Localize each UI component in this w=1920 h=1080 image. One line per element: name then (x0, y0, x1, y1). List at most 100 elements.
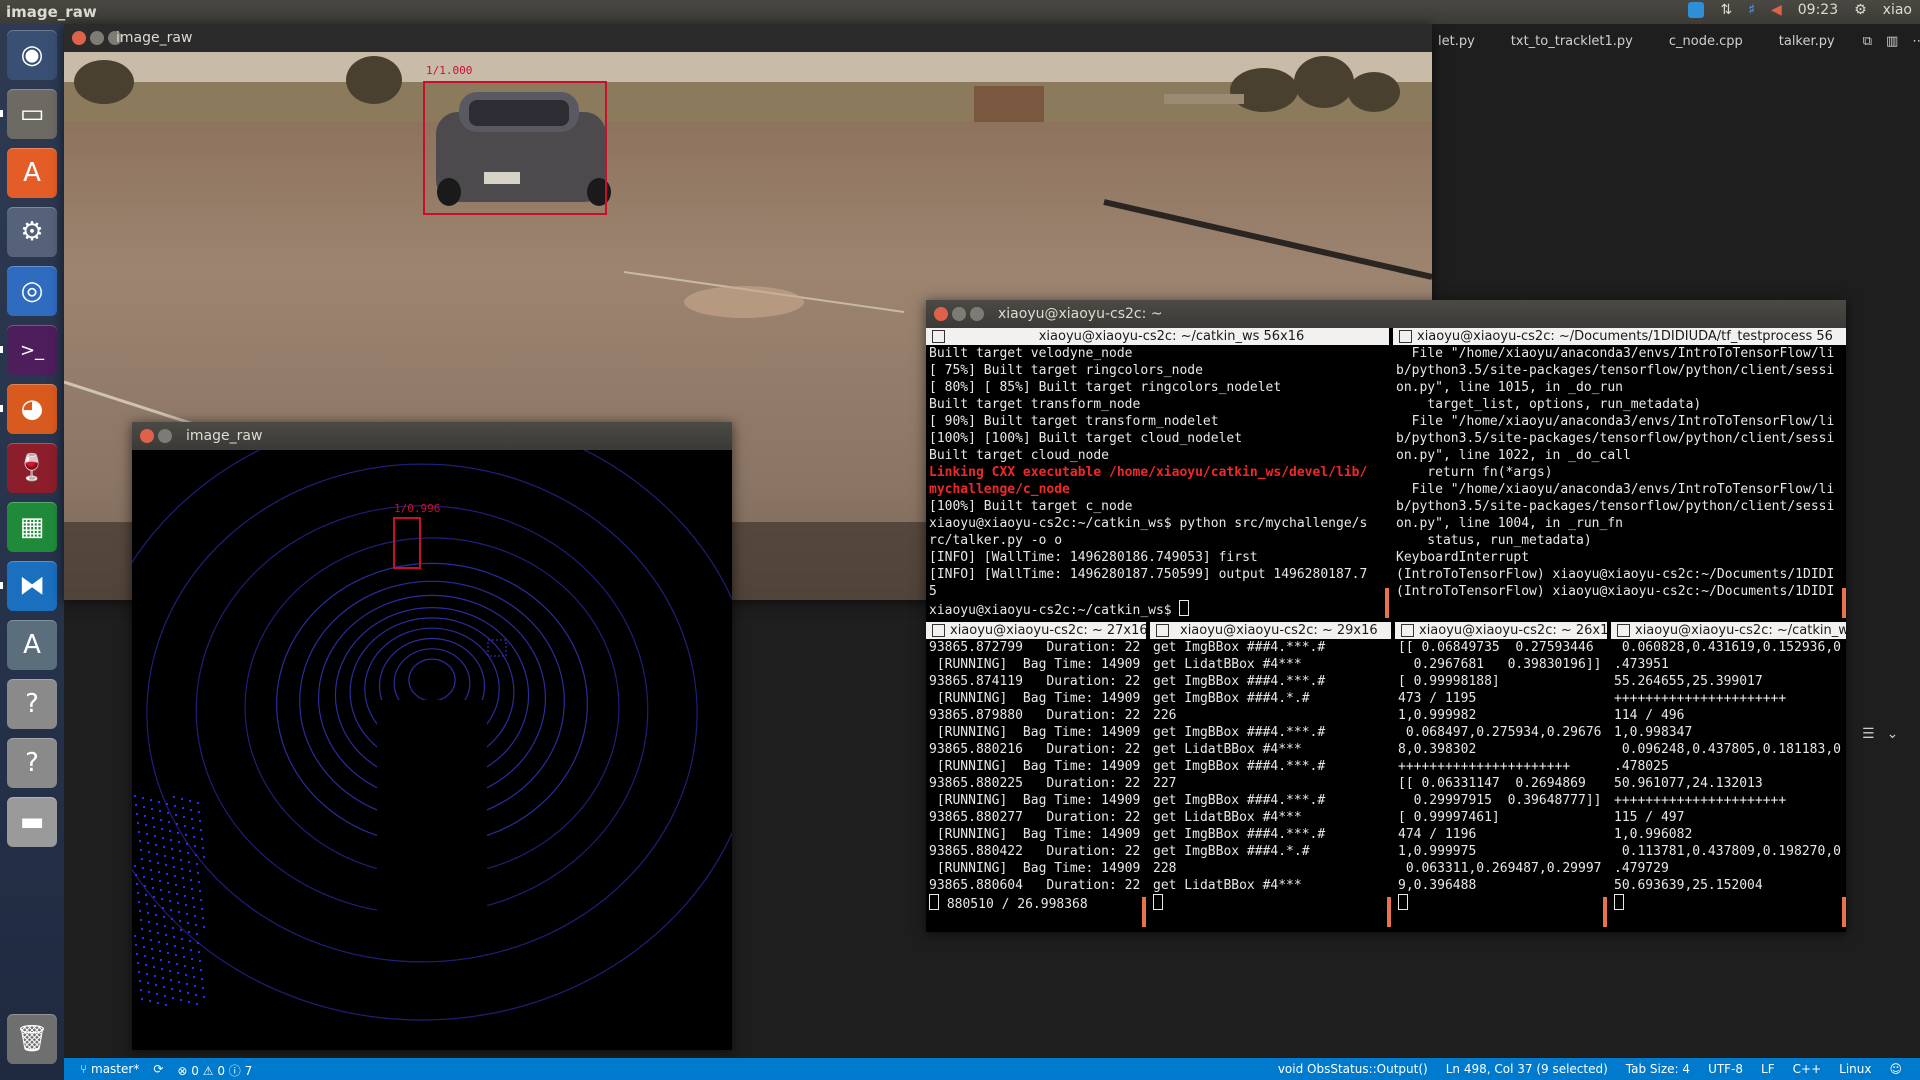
current-function[interactable]: void ObsStatus::Output() (1278, 1062, 1428, 1076)
volume-muted-icon[interactable]: ◀ (1771, 2, 1782, 18)
window-titlebar[interactable]: image_raw (64, 24, 1432, 52)
launcher-chromium-icon[interactable]: ◎ (7, 266, 57, 316)
system-tray: ⇅ ♯ ◀ 09:23 ⚙ xiao (1688, 2, 1912, 18)
panel-menu-icon[interactable]: ☰ (1862, 726, 1875, 742)
editor-tab[interactable]: c_node.cpp (1651, 28, 1761, 58)
launcher-system-settings-icon[interactable]: ⚙ (7, 207, 57, 257)
terminal-pane-tensorflow[interactable]: xiaoyu@xiaoyu-cs2c: ~/Documents/1DIDIUDA… (1393, 328, 1846, 618)
launcher-software-center-icon[interactable]: A (7, 148, 57, 198)
settings-icon[interactable]: ⚙ (1854, 2, 1867, 18)
lidar-point (199, 890, 201, 892)
lidar-point (150, 939, 152, 941)
launcher-software-updater-icon[interactable]: A (7, 620, 57, 670)
editor-tab-bar: let.py txt_to_tracklet1.py c_node.cpp ta… (1420, 28, 1920, 58)
pane-header[interactable]: xiaoyu@xiaoyu-cs2c: ~ 27x16 (926, 622, 1146, 639)
minimize-button[interactable] (952, 307, 966, 321)
terminal-pane-bbox[interactable]: xiaoyu@xiaoyu-cs2c: ~ 29x16 get ImgBBox … (1150, 622, 1391, 932)
platform[interactable]: Linux (1839, 1062, 1871, 1076)
pane-header[interactable]: xiaoyu@xiaoyu-cs2c: ~/catkin_ws (1611, 622, 1846, 639)
lidar-point (139, 980, 141, 982)
launcher-wine-icon[interactable]: 🍷 (7, 443, 57, 493)
keyboard-icon[interactable]: ♯ (1748, 2, 1755, 18)
minimize-button[interactable] (90, 31, 104, 45)
scrollbar[interactable] (1603, 897, 1607, 927)
lidar-point (151, 808, 153, 810)
pane-header[interactable]: xiaoyu@xiaoyu-cs2c: ~/Documents/1DIDIUDA… (1393, 328, 1846, 345)
close-button[interactable] (72, 31, 86, 45)
scrollbar[interactable] (1385, 588, 1389, 618)
editor-tab[interactable]: talker.py (1761, 28, 1853, 58)
scrollbar[interactable] (1842, 588, 1846, 618)
chat-icon[interactable] (1688, 2, 1705, 18)
terminal-pane-catkin[interactable]: xiaoyu@xiaoyu-cs2c: ~/catkin_ws 56x16 Bu… (926, 328, 1389, 618)
line-ending[interactable]: LF (1761, 1062, 1775, 1076)
lidar-point (176, 963, 178, 965)
window-titlebar[interactable]: image_raw (132, 422, 732, 450)
launcher-vscode-icon[interactable]: ⧓ (7, 561, 57, 611)
launcher-firefox-icon[interactable]: ◕ (7, 384, 57, 434)
feedback-icon[interactable]: ☺ (1889, 1062, 1902, 1076)
language-mode[interactable]: C++ (1793, 1062, 1822, 1076)
chevron-down-icon[interactable]: ⌄ (1887, 726, 1899, 742)
user-name[interactable]: xiao (1883, 2, 1912, 18)
launcher-ubuntu-dash-icon[interactable]: ◉ (7, 30, 57, 80)
launcher-terminal-icon[interactable]: >_ (7, 325, 57, 375)
lidar-point (156, 923, 158, 925)
minimize-button[interactable] (158, 429, 172, 443)
close-button[interactable] (140, 429, 154, 443)
lidar-point (162, 907, 164, 909)
lidar-point (168, 821, 170, 823)
scrollbar[interactable] (1387, 897, 1391, 927)
lidar-point (175, 884, 177, 886)
terminal-pane-detector[interactable]: xiaoyu@xiaoyu-cs2c: ~ 26x1 [[ 0.06849735… (1395, 622, 1607, 932)
lidar-point (193, 836, 195, 838)
launcher-spreadsheet-icon[interactable]: ▦ (7, 502, 57, 552)
sync-icon[interactable]: ⟳ (153, 1062, 163, 1079)
pane-header[interactable]: xiaoyu@xiaoyu-cs2c: ~ 26x1 (1395, 622, 1607, 639)
encoding[interactable]: UTF-8 (1708, 1062, 1743, 1076)
launcher-unknown-app-1-icon[interactable]: ? (7, 679, 57, 729)
lidar-point (179, 990, 181, 992)
lidar-point (178, 911, 180, 913)
editor-tab[interactable]: txt_to_tracklet1.py (1493, 28, 1651, 58)
scrollbar[interactable] (1842, 897, 1846, 927)
lidar-point (182, 877, 184, 879)
problems-indicator[interactable]: ⊗ 0 ⚠ 0 ⓘ 7 (177, 1062, 252, 1079)
lidar-point (189, 870, 191, 872)
lidar-point (153, 896, 155, 898)
clock[interactable]: 09:23 (1798, 2, 1838, 18)
open-changes-icon[interactable]: ⧉ (1863, 34, 1872, 52)
text-cursor (929, 894, 939, 910)
lidar-object (487, 639, 507, 657)
lidar-point (159, 950, 161, 952)
lidar-point (160, 819, 162, 821)
close-button[interactable] (934, 307, 948, 321)
launcher-disk-icon[interactable]: ▬ (7, 797, 57, 847)
launcher-files-icon[interactable]: ▭ (7, 89, 57, 139)
pane-header[interactable]: xiaoyu@xiaoyu-cs2c: ~ 29x16 (1150, 622, 1391, 639)
lidar-point (134, 935, 136, 937)
launcher-unknown-app-2-icon[interactable]: ? (7, 738, 57, 788)
lidar-point (181, 938, 183, 940)
lidar-point (167, 812, 169, 814)
lidar-point (135, 944, 137, 946)
lidar-birdseye-view: 1/0.996 (132, 450, 732, 1050)
lidar-point (188, 1001, 190, 1003)
lidar-point (160, 889, 162, 891)
lidar-point (195, 854, 197, 856)
terminal-pane-tracker[interactable]: xiaoyu@xiaoyu-cs2c: ~/catkin_ws 0.060828… (1611, 622, 1846, 932)
more-actions-icon[interactable]: ⋯ (1912, 34, 1920, 52)
maximize-button[interactable] (970, 307, 984, 321)
terminal-pane-rosbag[interactable]: xiaoyu@xiaoyu-cs2c: ~ 27x16 93865.872799… (926, 622, 1146, 932)
network-icon[interactable]: ⇅ (1720, 2, 1732, 18)
split-editor-icon[interactable]: ▥ (1886, 34, 1898, 52)
window-titlebar[interactable]: xiaoyu@xiaoyu-cs2c: ~ (926, 300, 1846, 328)
active-window-title: image_raw (6, 3, 97, 21)
cursor-position[interactable]: Ln 498, Col 37 (9 selected) (1446, 1062, 1608, 1076)
git-branch[interactable]: ⑂ master* (80, 1062, 139, 1079)
scrollbar[interactable] (1142, 897, 1146, 927)
lidar-point (190, 949, 192, 951)
tab-size[interactable]: Tab Size: 4 (1626, 1062, 1690, 1076)
pane-header[interactable]: xiaoyu@xiaoyu-cs2c: ~/catkin_ws 56x16 (926, 328, 1389, 345)
trash-icon[interactable]: 🗑 (7, 1014, 57, 1064)
